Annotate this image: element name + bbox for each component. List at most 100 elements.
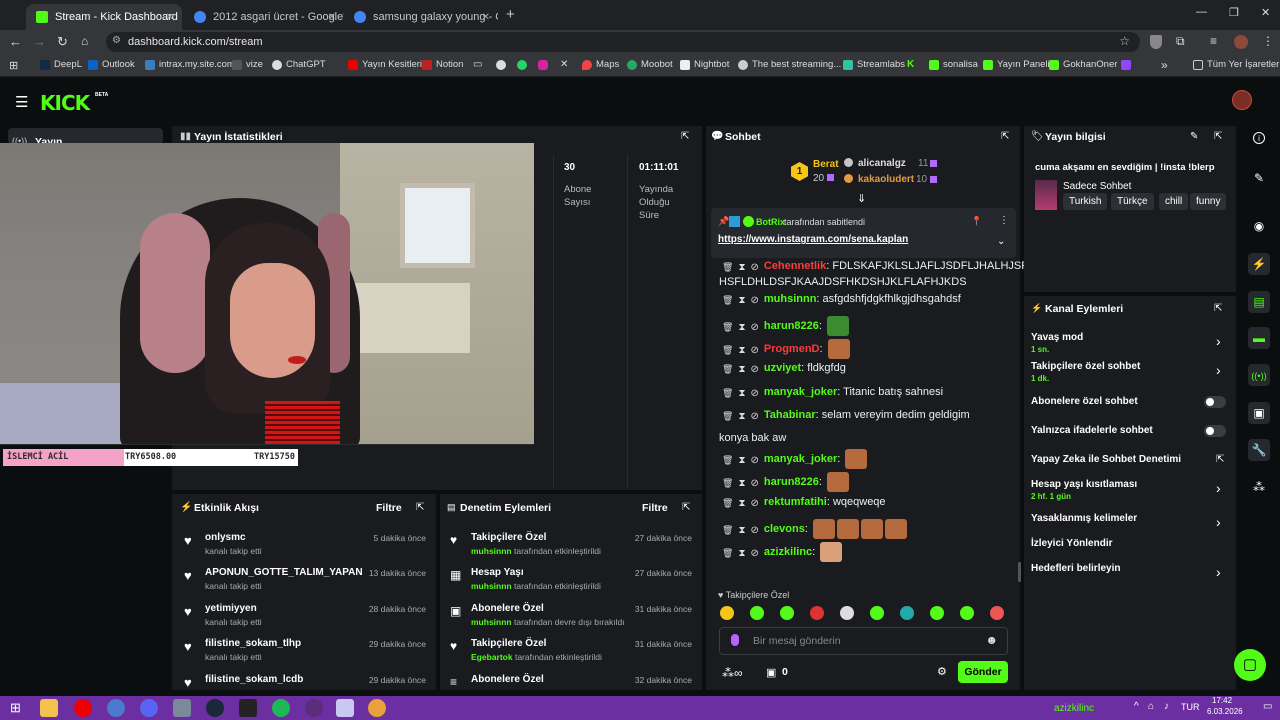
discord-icon[interactable] — [140, 699, 158, 717]
trash-icon[interactable]: 🗑 — [722, 498, 733, 508]
quick-emote[interactable] — [960, 606, 974, 620]
trash-icon[interactable]: 🗑 — [722, 411, 733, 421]
hamburger-menu-icon[interactable]: ☰ — [15, 93, 28, 111]
extensions-icon[interactable]: ⧉ — [1176, 34, 1185, 49]
toggle-switch[interactable] — [1204, 425, 1226, 437]
star-icon[interactable]: ☆ — [1119, 34, 1130, 48]
chat-username[interactable]: manyak_joker — [764, 453, 837, 465]
activity-user[interactable]: onlysmc — [205, 532, 246, 543]
quick-emote[interactable] — [840, 606, 854, 620]
support-chat-button[interactable]: ▢ — [1234, 649, 1266, 681]
ban-icon[interactable]: ⊘ — [750, 525, 758, 536]
channel-action-item[interactable]: Abonelere özel sohbet — [1031, 396, 1138, 407]
keyboard-language[interactable]: TUR — [1181, 702, 1200, 712]
quick-actions-icon[interactable]: ⚡ — [1248, 253, 1270, 275]
trash-icon[interactable]: 🗑 — [722, 322, 733, 332]
sidebar-nav[interactable]: ((•)) Yayın — [8, 128, 163, 148]
moderation-filter-button[interactable]: Filtre — [642, 502, 668, 514]
wrench-icon[interactable]: 🔧 — [1248, 439, 1270, 461]
steam-icon[interactable] — [206, 699, 224, 717]
trash-icon[interactable]: 🗑 — [722, 548, 733, 558]
chat-username[interactable]: manyak_joker — [764, 386, 837, 398]
clock-date[interactable]: 6.03.2026 — [1207, 707, 1243, 716]
chevron-right-icon[interactable]: › — [1216, 333, 1221, 349]
spotify-icon[interactable] — [272, 699, 290, 717]
x-twitter-icon[interactable]: ✕ — [560, 59, 568, 70]
timeout-icon[interactable]: ⧗ — [738, 345, 745, 356]
activity-user[interactable]: filistine_sokam_lcdb — [205, 674, 303, 685]
second-gifter-name[interactable]: alicanalgz — [858, 158, 906, 169]
volume-icon[interactable]: ♪ — [1164, 701, 1169, 712]
unpin-icon[interactable]: 📍 — [971, 216, 982, 227]
bookmark-item[interactable]: Nightbot — [680, 59, 729, 70]
ban-icon[interactable]: ⊘ — [750, 411, 758, 422]
channel-action-item[interactable]: İzleyici Yönlendir — [1031, 538, 1113, 549]
category-name[interactable]: Sadece Sohbet — [1063, 181, 1131, 192]
chat-message[interactable]: 🗑 ⧗ ⊘ harun8226: — [722, 472, 850, 492]
trash-icon[interactable]: 🗑 — [722, 478, 733, 488]
all-bookmarks[interactable]: Tüm Yer İşaretleri — [1193, 59, 1280, 70]
timeout-icon[interactable]: ⧗ — [738, 364, 745, 375]
bookmark-item[interactable]: intrax.my.site.com — [145, 59, 235, 70]
network-icon[interactable]: ⌂ — [1148, 701, 1154, 712]
notifications-icon[interactable]: ▭ — [1263, 701, 1272, 712]
ban-icon[interactable]: ⊘ — [750, 364, 758, 375]
ban-icon[interactable]: ⊘ — [750, 295, 758, 306]
chat-scrollbar[interactable] — [1018, 562, 1021, 582]
kick-bookmark-icon[interactable]: K — [907, 59, 914, 70]
trash-icon[interactable]: 🗑 — [722, 455, 733, 465]
reload-icon[interactable]: ↻ — [57, 34, 68, 50]
user-avatar[interactable] — [1232, 90, 1252, 110]
popout-icon[interactable]: ⇱ — [1214, 131, 1222, 142]
bookmark-item[interactable]: DeepL — [40, 59, 82, 70]
channel-action-item[interactable]: Hesap yaşı kısıtlaması — [1031, 479, 1137, 490]
chat-username[interactable]: uzviyet — [764, 362, 801, 374]
bookmark-item[interactable]: Outlook — [88, 59, 135, 70]
emoji-picker-icon[interactable]: ☻ — [985, 633, 998, 647]
chat-username[interactable]: clevons — [764, 523, 805, 535]
timeout-icon[interactable]: ⧗ — [738, 548, 745, 559]
timeout-icon[interactable]: ⧗ — [738, 455, 745, 466]
ban-icon[interactable]: ⊘ — [750, 548, 758, 559]
windows-start-icon[interactable]: ⊞ — [10, 699, 28, 717]
opera-icon[interactable] — [74, 699, 92, 717]
profile-avatar[interactable] — [1234, 35, 1248, 49]
bookmark-item[interactable]: Yayın Kesitleri — [348, 59, 422, 70]
gift-sub-icon[interactable]: ⁂∞ — [722, 666, 743, 680]
chat-username[interactable]: harun8226 — [764, 320, 819, 332]
apps-grid-icon[interactable]: ⊞ — [9, 59, 18, 72]
external-link-icon[interactable]: ⇱ — [1216, 454, 1224, 465]
popout-icon[interactable]: ⇱ — [682, 502, 690, 513]
popout-icon[interactable]: ⇱ — [416, 502, 424, 513]
quick-emote[interactable] — [750, 606, 764, 620]
google-bookmark-icon[interactable] — [496, 60, 506, 70]
bookmark-item[interactable]: ChatGPT — [272, 59, 326, 70]
chat-input[interactable]: Bir mesaj gönderin ☻ — [719, 627, 1008, 655]
activity-user[interactable]: yetimiyyen — [205, 603, 257, 614]
microphone-icon[interactable] — [731, 634, 739, 646]
close-window-button[interactable]: ✕ — [1261, 6, 1270, 19]
timeout-icon[interactable]: ⧗ — [738, 478, 745, 489]
chat-message[interactable]: 🗑 ⧗ ⊘ manyak_joker: Titanic batış sahnesi — [722, 386, 943, 399]
chat-username[interactable]: azizkilinc — [764, 546, 812, 558]
chat-message[interactable]: HSFLDHLDSFJKAAJDSFHKDSHJKLFLAFHJKDS — [719, 276, 967, 288]
edit-icon[interactable]: ✎ — [1190, 131, 1198, 142]
info-icon[interactable]: i — [1253, 132, 1265, 144]
ban-icon[interactable]: ⊘ — [750, 478, 758, 489]
send-button[interactable]: Gönder — [958, 661, 1008, 683]
bookmark-item[interactable]: sonalisa — [929, 59, 978, 70]
chat-message[interactable]: 🗑 ⧗ ⊘ uzviyet: fldkgfdg — [722, 362, 846, 375]
close-tab-icon[interactable]: ✕ — [328, 12, 336, 23]
app-icon[interactable] — [107, 699, 125, 717]
app-icon[interactable] — [336, 699, 354, 717]
edit-icon[interactable]: ✎ — [1250, 169, 1268, 187]
quick-emote[interactable] — [870, 606, 884, 620]
points-icon[interactable]: ▣ — [766, 666, 776, 679]
moderator-name[interactable]: muhsinnn — [471, 617, 512, 627]
chat-message[interactable]: 🗑 ⧗ ⊘ manyak_joker: — [722, 449, 868, 469]
moderator-name[interactable]: Egebartok — [471, 652, 513, 662]
quick-emote[interactable] — [900, 606, 914, 620]
chevron-right-icon[interactable]: › — [1216, 362, 1221, 378]
media-icon[interactable]: ≡ — [1210, 34, 1217, 48]
popout-icon[interactable]: ⇱ — [1214, 303, 1222, 314]
